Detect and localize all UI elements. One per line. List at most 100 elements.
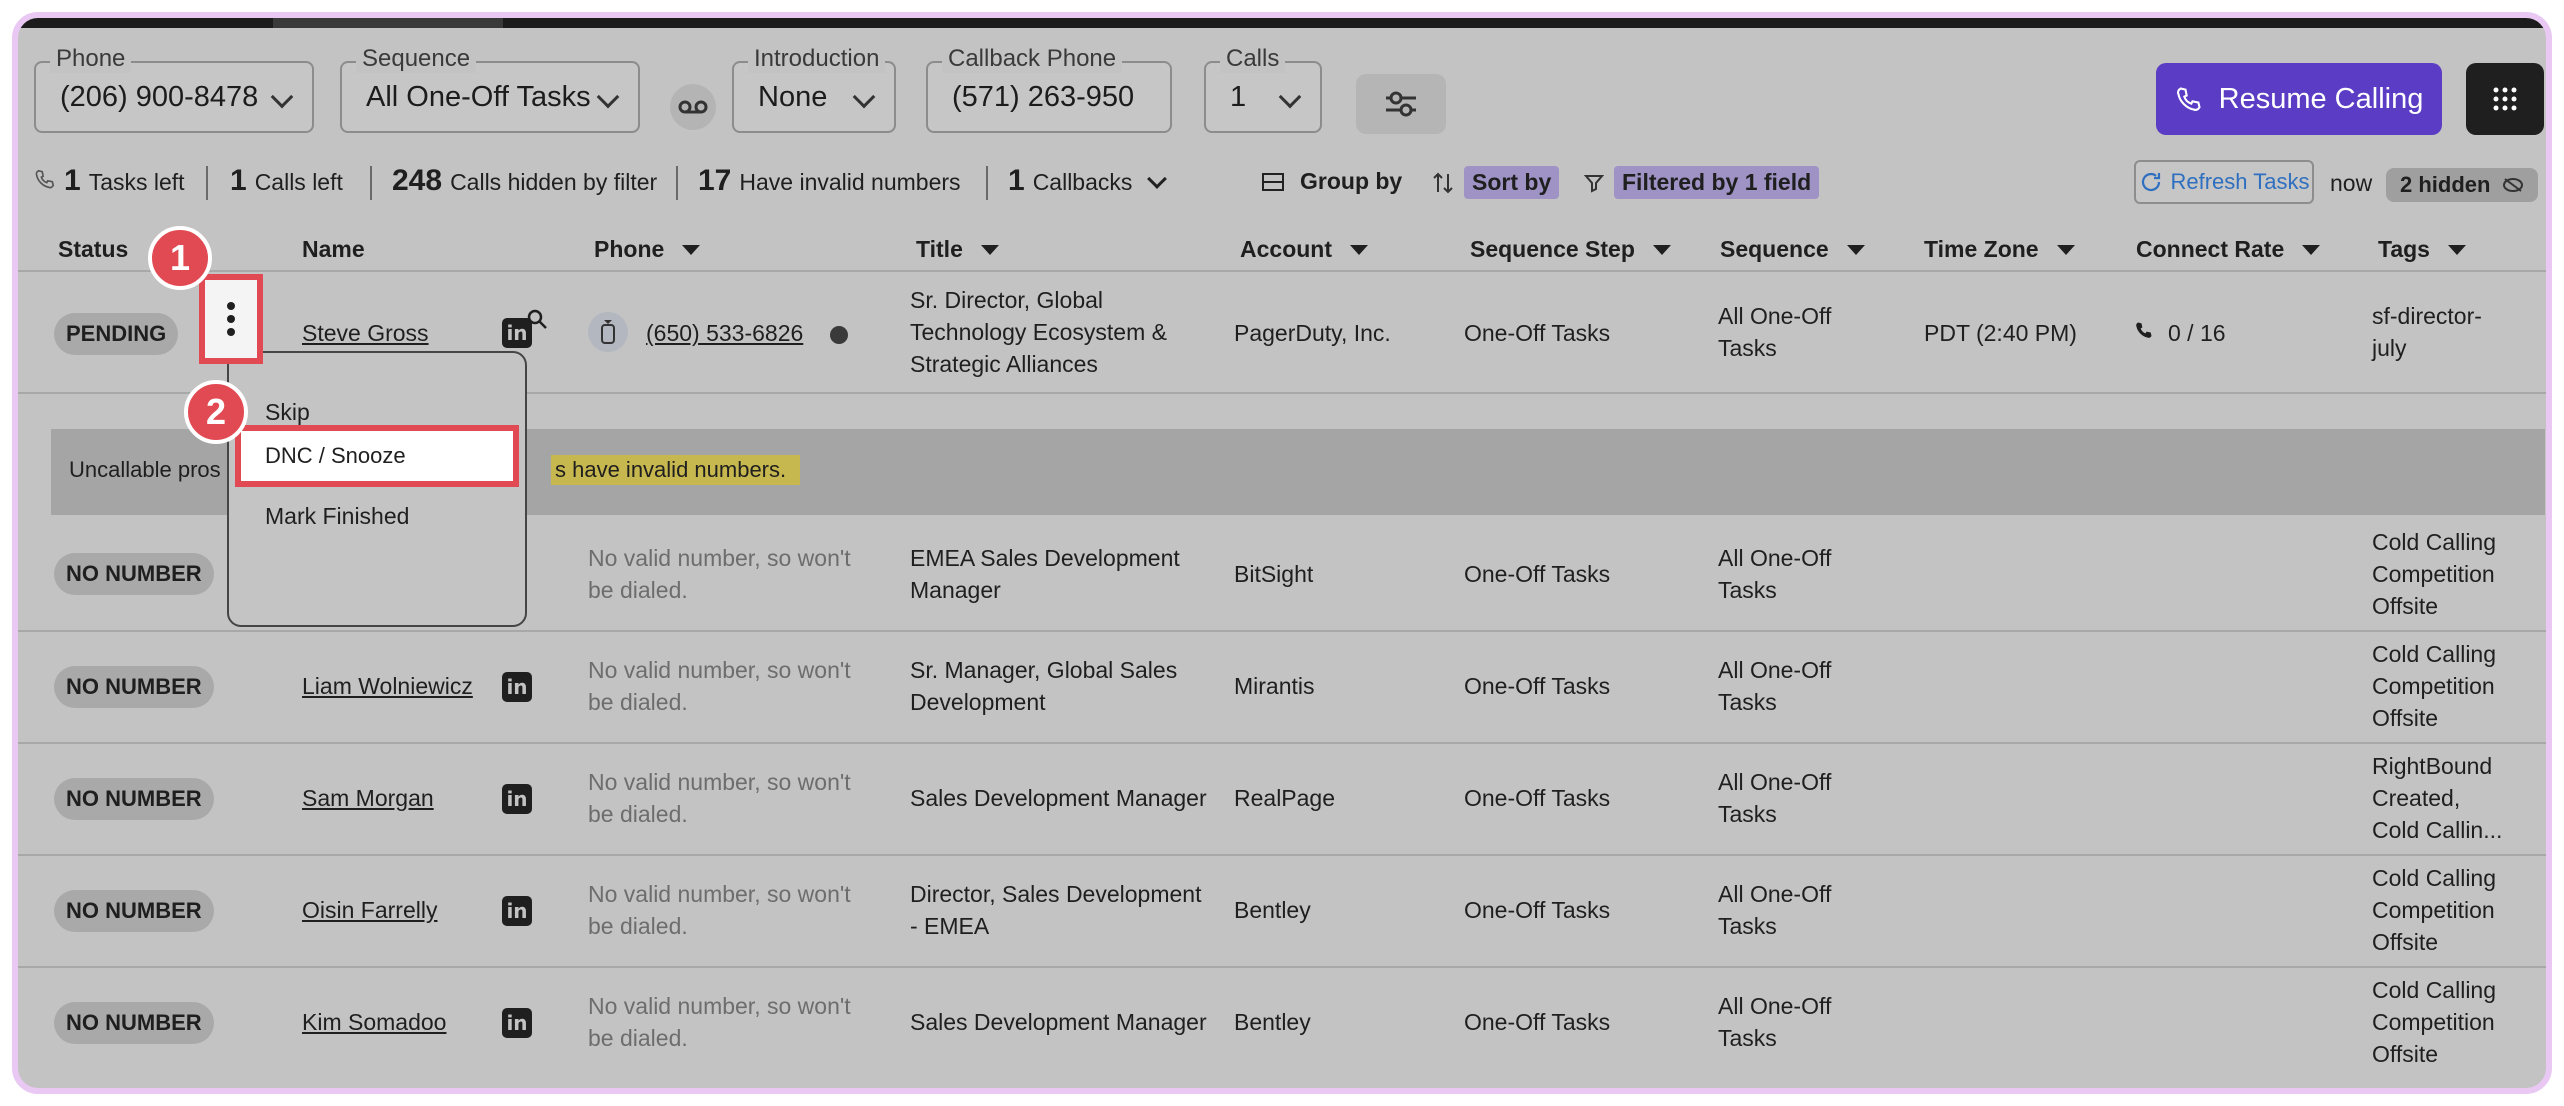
tags: sf-director-july (2372, 303, 2482, 361)
sequence-select[interactable]: Sequence All One-Off Tasks (340, 45, 640, 133)
menu-item-mark-finished[interactable]: Mark Finished (265, 503, 409, 530)
linkedin-icon[interactable]: in (502, 672, 532, 702)
mobile-phone-icon (588, 312, 628, 352)
prospect-title: Sales Development Manager (910, 1009, 1207, 1035)
column-status-label: Status (58, 236, 129, 262)
prospect-name-link[interactable]: Liam Wolniewicz (302, 670, 473, 702)
callback-phone-label: Callback Phone (942, 45, 1123, 73)
prospect-name-link[interactable]: Steve Gross (302, 317, 429, 349)
column-phone-label: Phone (594, 236, 665, 262)
sequence-step: One-Off Tasks (1464, 561, 1611, 587)
linkedin-icon[interactable]: in (502, 896, 532, 926)
phone-value: (206) 900-8478 (60, 81, 259, 113)
sequence-label: Sequence (356, 45, 477, 73)
resume-calling-label: Resume Calling (2218, 82, 2424, 115)
refresh-tasks-button[interactable]: Refresh Tasks (2134, 160, 2314, 204)
linkedin-icon[interactable]: in (502, 784, 532, 814)
menu-item-dnc-snooze[interactable]: DNC / Snooze (235, 425, 519, 487)
banner-text: Uncallable pros (69, 457, 221, 482)
menu-item-skip[interactable]: Skip (265, 399, 310, 426)
time-zone: PDT (2:40 PM) (1924, 320, 2077, 346)
sequence-step: One-Off Tasks (1464, 1009, 1611, 1035)
phone-icon (2176, 87, 2201, 112)
column-sequence[interactable]: Sequence (1720, 236, 1865, 263)
status-badge: NO NUMBER (54, 890, 214, 932)
sequence-name: All One-Off Tasks (1718, 303, 1832, 361)
voicemail-icon (678, 100, 708, 114)
phone-unavailable: No valid number, so won't be dialed. (588, 993, 851, 1051)
column-sequence-step[interactable]: Sequence Step (1470, 236, 1671, 263)
sequence-name: All One-Off Tasks (1718, 881, 1832, 939)
filter-button[interactable]: Filtered by 1 field (1584, 166, 1820, 199)
status-badge: NO NUMBER (54, 666, 214, 708)
chevron-down-icon (1147, 169, 1168, 189)
search-icon[interactable] (526, 308, 548, 330)
callbacks-count: 1 (1008, 164, 1025, 197)
phone-select[interactable]: Phone (206) 900-8478 (34, 45, 314, 133)
table-row[interactable]: NO NUMBER Liam Wolniewicz in No valid nu… (18, 632, 2546, 742)
row-actions-kebab-button[interactable] (199, 274, 263, 364)
prospect-title: Sr. Manager, Global Sales Development (910, 657, 1178, 715)
resume-calling-button[interactable]: Resume Calling (2156, 63, 2442, 135)
tasks-left-label: Tasks left (88, 169, 185, 195)
table-row[interactable]: NO NUMBER Oisin Farrelly in No valid num… (18, 856, 2546, 966)
prospect-account: PagerDuty, Inc. (1234, 320, 1391, 346)
dialpad-button[interactable] (2466, 63, 2544, 135)
tags: RightBound Created, Cold Callin... (2372, 753, 2503, 843)
kebab-dot (227, 302, 235, 310)
prospect-name-link[interactable]: Kim Somadoo (302, 1006, 446, 1038)
calls-label: Calls (1220, 45, 1286, 73)
tasks-left: 1 Tasks left (34, 164, 185, 198)
group-by-label: Group by (1300, 168, 1403, 194)
prospect-account: Bentley (1234, 897, 1311, 923)
settings-button[interactable] (1356, 74, 1446, 134)
chevron-down-icon (270, 85, 294, 109)
caret-down-icon (1350, 244, 1368, 255)
table-row[interactable]: NO NUMBER Sam Morgan in No valid number,… (18, 744, 2546, 854)
chevron-down-icon (596, 85, 620, 109)
voicemail-button[interactable] (670, 84, 716, 130)
table-row[interactable]: NO NUMBER Kim Somadoo in No valid number… (18, 968, 2546, 1078)
phone-icon (2136, 322, 2152, 338)
column-title[interactable]: Title (916, 236, 999, 263)
sort-by-button[interactable]: Sort by (1432, 166, 1560, 199)
column-name[interactable]: Name (302, 236, 365, 263)
calls-left-label: Calls left (254, 169, 343, 195)
phone-unavailable: No valid number, so won't be dialed. (588, 545, 851, 603)
caret-down-icon (2302, 244, 2321, 255)
column-phone[interactable]: Phone (594, 236, 701, 263)
dialpad-icon (2493, 87, 2517, 111)
column-connect-rate[interactable]: Connect Rate (2136, 236, 2321, 263)
column-title-label: Title (916, 236, 963, 262)
sequence-value: All One-Off Tasks (366, 81, 591, 113)
hidden-columns-toggle[interactable]: 2 hidden (2386, 168, 2539, 202)
refresh-tasks-label: Refresh Tasks (2170, 169, 2310, 194)
prospect-account: BitSight (1234, 561, 1314, 587)
column-tags-label: Tags (2378, 236, 2430, 262)
prospect-name-link[interactable]: Oisin Farrelly (302, 894, 437, 926)
hidden-columns-label: 2 hidden (2400, 172, 2491, 197)
caret-down-icon (1652, 244, 1671, 255)
prospect-phone-link[interactable]: (650) 533-6826 (646, 317, 803, 349)
group-by-button[interactable]: Group by (1262, 168, 1402, 195)
prospect-name-link[interactable]: Sam Morgan (302, 782, 434, 814)
phone-unavailable: No valid number, so won't be dialed. (588, 657, 851, 715)
phone-unavailable: No valid number, so won't be dialed. (588, 881, 851, 939)
group-icon (1262, 172, 1284, 191)
sort-by-label: Sort by (1464, 166, 1560, 199)
column-status[interactable]: Status (58, 236, 128, 263)
introduction-select[interactable]: Introduction None (732, 45, 896, 133)
calls-select[interactable]: Calls 1 (1204, 45, 1322, 133)
phone-unavailable: No valid number, so won't be dialed. (588, 769, 851, 827)
banner-highlight: s have invalid numbers. (551, 455, 801, 485)
column-tags[interactable]: Tags (2378, 236, 2466, 263)
caret-down-icon (682, 244, 701, 255)
prospect-title: Sales Development Manager (910, 785, 1207, 811)
linkedin-icon[interactable]: in (502, 1008, 532, 1038)
callback-phone-field[interactable]: Callback Phone (571) 263-950 (926, 45, 1172, 133)
column-timezone[interactable]: Time Zone (1924, 236, 2075, 263)
prospect-title: Director, Sales Development - EMEA (910, 881, 1202, 939)
sliders-icon (1386, 91, 1416, 117)
column-account[interactable]: Account (1240, 236, 1368, 263)
callbacks-toggle[interactable]: 1 Callbacks (1008, 164, 1168, 198)
